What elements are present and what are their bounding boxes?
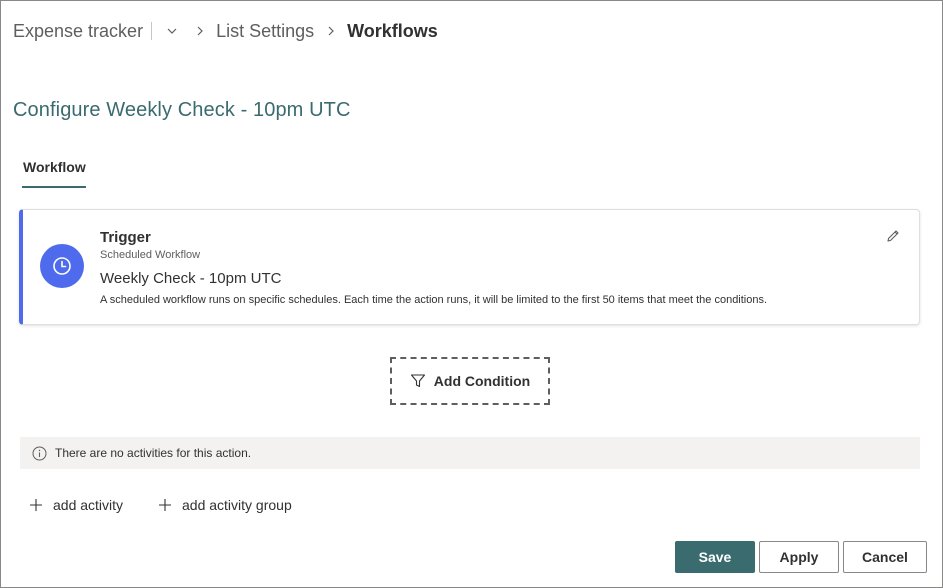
tab-label: Workflow	[23, 159, 86, 175]
clock-icon	[40, 244, 84, 288]
cancel-button[interactable]: Cancel	[843, 541, 927, 573]
trigger-type: Scheduled Workflow	[100, 249, 201, 261]
breadcrumb: Expense tracker List Settings Workflows	[13, 19, 438, 43]
plus-icon	[159, 499, 171, 511]
save-button[interactable]: Save	[675, 541, 755, 573]
breadcrumb-list-settings-link[interactable]: List Settings	[216, 21, 314, 42]
filter-icon	[410, 374, 425, 388]
trigger-title: Trigger	[100, 229, 151, 246]
add-activity-group-label: add activity group	[182, 497, 292, 513]
tab-workflow[interactable]: Workflow	[22, 157, 86, 188]
info-icon	[32, 446, 47, 461]
add-activity-label: add activity	[53, 497, 124, 513]
trigger-card: Trigger Scheduled Workflow Weekly Check …	[19, 209, 920, 325]
no-activities-message-bar: There are no activities for this action.	[20, 437, 920, 469]
page-title: Configure Weekly Check - 10pm UTC	[13, 99, 351, 121]
add-condition-label: Add Condition	[433, 373, 531, 389]
apply-button[interactable]: Apply	[759, 541, 839, 573]
add-condition-button[interactable]: Add Condition	[390, 357, 550, 405]
add-activity-button[interactable]: add activity	[29, 495, 123, 515]
chevron-right-icon	[195, 25, 205, 37]
chevron-right-icon	[326, 25, 336, 37]
chevron-down-icon[interactable]	[165, 24, 179, 38]
no-activities-text: There are no activities for this action.	[55, 446, 252, 460]
breadcrumb-site-link[interactable]: Expense tracker	[13, 21, 143, 42]
plus-icon	[30, 499, 42, 511]
breadcrumb-divider	[151, 22, 153, 40]
add-activity-group-button[interactable]: add activity group	[158, 495, 292, 515]
pencil-icon[interactable]	[885, 228, 901, 244]
breadcrumb-current: Workflows	[347, 20, 438, 41]
trigger-name: Weekly Check - 10pm UTC	[100, 270, 282, 287]
trigger-description: A scheduled workflow runs on specific sc…	[100, 294, 768, 306]
